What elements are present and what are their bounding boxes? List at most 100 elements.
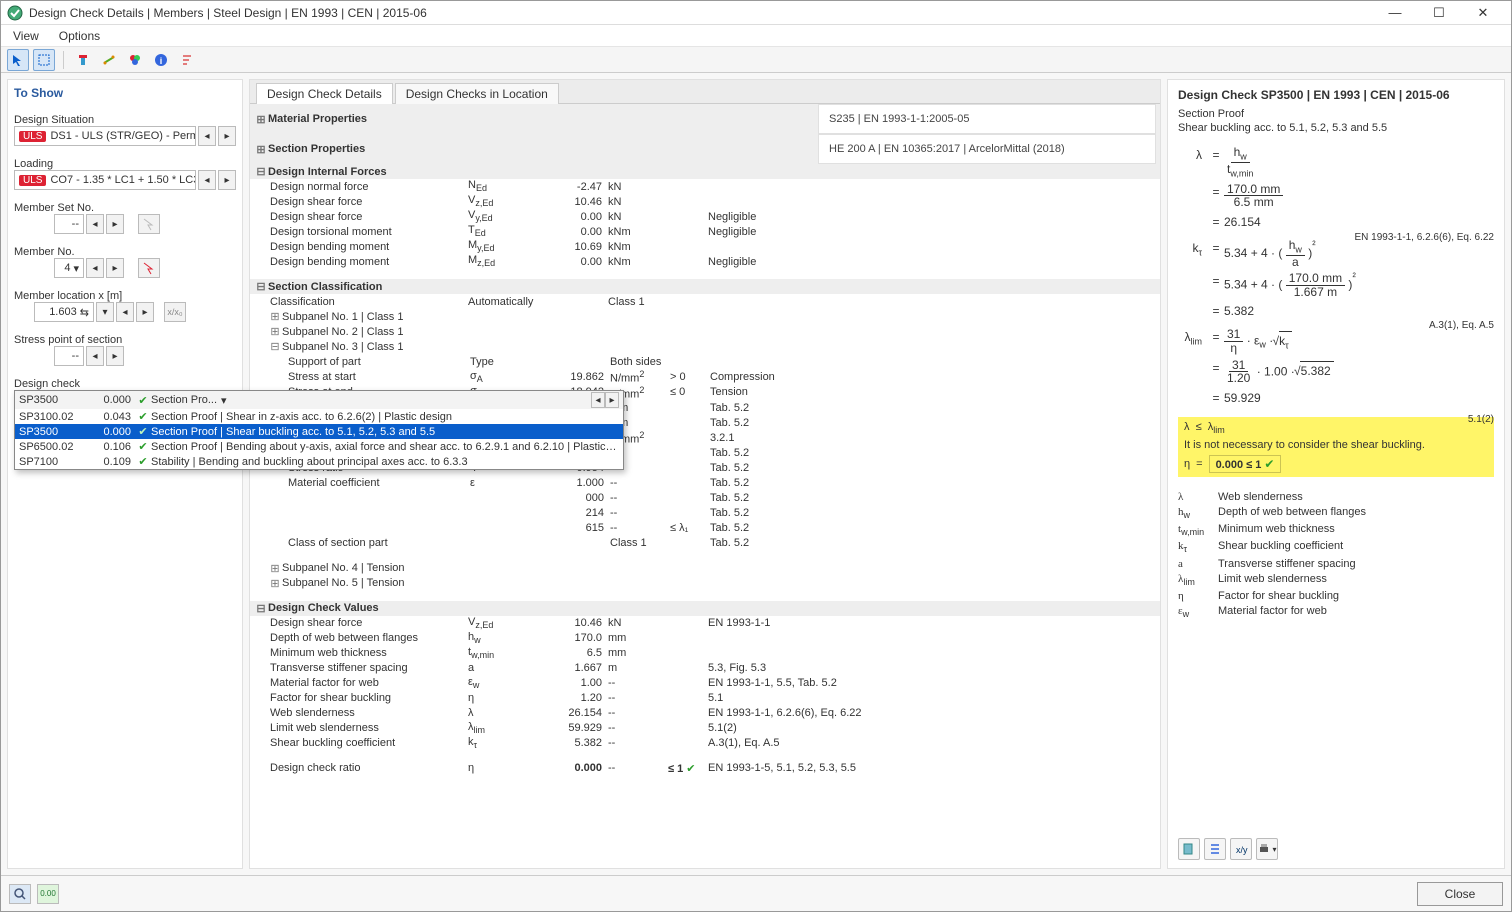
rt-print-icon[interactable]: ▾ [1256, 838, 1278, 860]
eq-ref-1: EN 1993-1-1, 6.2.6(6), Eq. 6.22 [1354, 230, 1494, 245]
hl-statement: It is not necessary to consider the shea… [1184, 439, 1488, 451]
sub2[interactable]: Subpanel No. 2 | Class 1 [282, 326, 403, 338]
stress-point-prev[interactable]: ◂ [86, 346, 104, 366]
sec-hdr[interactable]: Section Properties [268, 143, 365, 155]
member-no-field[interactable]: 4▾ [54, 258, 84, 278]
member-set-next[interactable]: ▸ [106, 214, 124, 234]
legend-row: εwMaterial factor for web [1178, 605, 1494, 619]
loading-next[interactable]: ▸ [218, 170, 236, 190]
main-area: To Show Design Situation ULS DS1 - ULS (… [1, 73, 1511, 875]
dc-hdr-check: ✔ [135, 394, 151, 407]
legend: λWeb slenderness hwDepth of web between … [1178, 491, 1494, 622]
design-check-dropdown[interactable]: SP3500 0.000 ✔ Section Pro...▾ ◂▸ SP3100… [14, 390, 624, 470]
footer: 0.00 Close [1, 875, 1511, 911]
dif-row: Design shear force Vz,Ed 10.46 kN [250, 194, 1160, 209]
member-set-field[interactable]: -- [54, 214, 84, 234]
tab-details[interactable]: Design Check Details [256, 83, 393, 104]
tab-location[interactable]: Design Checks in Location [395, 83, 559, 104]
member-loc-prev[interactable]: ◂ [116, 302, 134, 322]
dc-row-3[interactable]: SP71000.109✔Stability | Bending and buck… [15, 454, 623, 469]
menu-options[interactable]: Options [55, 27, 104, 45]
footer-search-icon[interactable] [9, 884, 31, 904]
dc-hdr-desc: Section Pro...▾ ◂▸ [151, 392, 619, 408]
member-loc-dropdown[interactable]: ▾ [96, 302, 114, 322]
tabs: Design Check Details Design Checks in Lo… [250, 80, 1160, 104]
toolbar-info-icon[interactable]: i [150, 49, 172, 71]
design-situation-combo[interactable]: ULS DS1 - ULS (STR/GEO) - Permane... [14, 126, 196, 146]
hl-inequality: λ ≤ λlim [1184, 421, 1488, 435]
dcv-row: Material factor for web εw 1.00 -- EN 19… [250, 676, 1160, 691]
right-title: Design Check SP3500 | EN 1993 | CEN | 20… [1178, 88, 1494, 102]
stress-point-field[interactable]: -- [54, 346, 84, 366]
uls-pill-2: ULS [19, 175, 46, 186]
mat-right: S235 | EN 1993-1-1:2005-05 [818, 104, 1156, 134]
stress-point-next[interactable]: ▸ [106, 346, 124, 366]
sc3-row: 214 -- Tab. 5.2 [250, 506, 1160, 521]
equations: EN 1993-1-1, 6.2.6(6), Eq. 6.22 λ=hwtw,m… [1178, 146, 1494, 411]
member-set-label: Member Set No. [14, 202, 236, 214]
toolbar-section-icon[interactable] [72, 49, 94, 71]
member-loc-x0-button[interactable]: x/x₀ [164, 302, 186, 322]
dc-row-1-selected[interactable]: SP35000.000✔Section Proof | Shear buckli… [15, 424, 623, 439]
member-no-next[interactable]: ▸ [106, 258, 124, 278]
dif-hdr[interactable]: Design Internal Forces [268, 166, 387, 178]
dcv-row: Factor for shear buckling η 1.20 -- 5.1 [250, 691, 1160, 706]
sc3-row: 615 -- ≤ λ₁ Tab. 5.2 [250, 521, 1160, 536]
footer-decimals-icon[interactable]: 0.00 [37, 884, 59, 904]
sub1[interactable]: Subpanel No. 1 | Class 1 [282, 311, 403, 323]
dif-row: Design bending moment My,Ed 10.69 kNm [250, 239, 1160, 254]
member-set-prev[interactable]: ◂ [86, 214, 104, 234]
dif-row: Design torsional moment TEd 0.00 kNm Neg… [250, 224, 1160, 239]
design-situation-next[interactable]: ▸ [218, 126, 236, 146]
member-loc-next[interactable]: ▸ [136, 302, 154, 322]
dif-row: Design normal force NEd -2.47 kN [250, 179, 1160, 194]
toolbar-arrow-icon[interactable] [7, 49, 29, 71]
design-situation-prev[interactable]: ◂ [198, 126, 216, 146]
dcv-hdr[interactable]: Design Check Values [268, 602, 379, 614]
loading-combo[interactable]: ULS CO7 - 1.35 * LC1 + 1.50 * LC3... ▾ [14, 170, 196, 190]
menubar: View Options [1, 25, 1511, 47]
member-no-prev[interactable]: ◂ [86, 258, 104, 278]
design-check-label: Design check [14, 378, 236, 390]
sub3[interactable]: Subpanel No. 3 | Class 1 [282, 341, 403, 353]
toolbar-beam-icon[interactable] [98, 49, 120, 71]
design-situation-value: DS1 - ULS (STR/GEO) - Permane... [50, 130, 196, 142]
dc-row-2[interactable]: SP6500.020.106✔Section Proof | Bending a… [15, 439, 623, 454]
menu-view[interactable]: View [9, 27, 43, 45]
loading-prev[interactable]: ◂ [198, 170, 216, 190]
close-button[interactable]: Close [1417, 882, 1503, 906]
loading-value: CO7 - 1.35 * LC1 + 1.50 * LC3... [50, 174, 196, 186]
rt-copy-icon[interactable] [1178, 838, 1200, 860]
member-no-pick-icon[interactable] [138, 258, 160, 278]
sub5[interactable]: Subpanel No. 5 | Tension [282, 577, 405, 589]
minimize-button[interactable]: — [1373, 2, 1417, 24]
dcv-row: Minimum web thickness tw,min 6.5 mm [250, 646, 1160, 661]
to-show-header: To Show [14, 86, 236, 100]
close-window-button[interactable]: ✕ [1461, 2, 1505, 24]
hl-result: η= 0.000 ≤ 1 ✔ [1184, 455, 1488, 473]
middle-panel: Design Check Details Design Checks in Lo… [249, 79, 1161, 869]
dc-hdr-ratio: 0.000 [89, 394, 135, 406]
sc3-row: Support of part Type Both sides [250, 354, 1160, 369]
right-toolbar: x/y ▾ [1178, 830, 1494, 860]
design-check-ratio-row: Design check ratio η 0.000 -- ≤ 1 ✔ EN 1… [250, 761, 1160, 776]
right-sub1: Section Proof [1178, 108, 1494, 120]
member-loc-field[interactable]: 1.603 ⇆ [34, 302, 94, 322]
sc-hdr[interactable]: Section Classification [268, 281, 382, 293]
legend-row: hwDepth of web between flanges [1178, 506, 1494, 520]
loading-label: Loading [14, 158, 236, 170]
maximize-button[interactable]: ☐ [1417, 2, 1461, 24]
dcv-row: Design shear force Vz,Ed 10.46 kN EN 199… [250, 616, 1160, 631]
toolbar-sort-icon[interactable] [176, 49, 198, 71]
uls-pill: ULS [19, 131, 46, 142]
rt-formula-icon[interactable]: x/y [1230, 838, 1252, 860]
sub4[interactable]: Subpanel No. 4 | Tension [282, 562, 405, 574]
mat-hdr[interactable]: Material Properties [268, 113, 367, 125]
toolbar-colors-icon[interactable] [124, 49, 146, 71]
toolbar-select-icon[interactable] [33, 49, 55, 71]
right-panel: Design Check SP3500 | EN 1993 | CEN | 20… [1167, 79, 1505, 869]
rt-list-icon[interactable] [1204, 838, 1226, 860]
dc-row-0[interactable]: SP3100.020.043✔Section Proof | Shear in … [15, 409, 623, 424]
member-set-pick-icon[interactable] [138, 214, 160, 234]
design-situation-label: Design Situation [14, 114, 236, 126]
